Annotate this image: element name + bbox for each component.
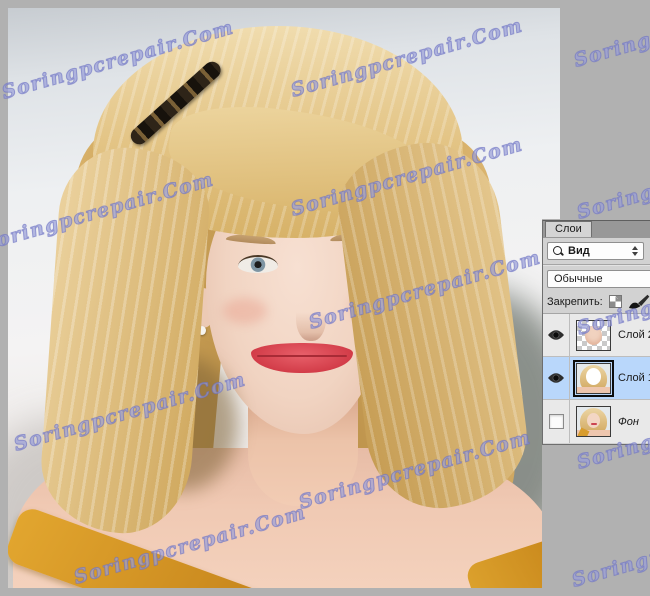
cheek-left: [223, 298, 267, 324]
up-down-arrows-icon[interactable]: [632, 246, 638, 256]
visibility-toggle[interactable]: [543, 314, 570, 356]
panel-tab-bar: Слои: [543, 220, 650, 238]
eye-icon: [548, 373, 564, 383]
layer-filter-dropdown[interactable]: Вид: [547, 242, 644, 260]
layer-thumbnail[interactable]: [576, 406, 611, 437]
hidden-visibility-checkbox: [548, 414, 564, 429]
layer-row-sloy-2[interactable]: Слой 2: [543, 314, 650, 357]
photo-canvas[interactable]: [8, 8, 560, 588]
thumb-face: [587, 413, 600, 428]
layer-name: Слой 1: [618, 372, 650, 384]
thumbnail-face-cutout: [576, 319, 611, 351]
layer-name: Фон: [618, 415, 639, 428]
blend-mode-value: Обычные: [554, 273, 603, 285]
blend-mode-row: Обычные: [543, 266, 650, 292]
thumbnail-face-hole: [573, 359, 614, 397]
tab-layers[interactable]: Слои: [545, 221, 592, 237]
layers-panel: Слои Вид Обычные Закрепить: Слой Слой Фо…: [542, 220, 650, 445]
layer-thumbnail[interactable]: [576, 319, 611, 351]
layer-row-sloy-1[interactable]: Слой 1: [543, 357, 650, 400]
lock-row: Закрепить:: [543, 292, 650, 313]
layer-filter-value: Вид: [568, 245, 590, 257]
visibility-toggle[interactable]: [543, 400, 570, 443]
thumb-white-hole: [586, 367, 601, 385]
layer-list: Слой 2 Слой 1: [543, 313, 650, 443]
watermark-text: Soringpcrepair.Com: [571, 0, 650, 72]
lock-pixels-brush-icon[interactable]: [628, 294, 650, 309]
visibility-toggle[interactable]: [543, 357, 570, 399]
workspace: Слои Вид Обычные Закрепить: Слой Слой Фо…: [0, 0, 650, 596]
layer-filter-row: Вид: [543, 238, 650, 264]
hair-front-left: [36, 143, 214, 538]
eye-icon: [548, 330, 564, 340]
layer-row-background[interactable]: Фон: [543, 400, 650, 443]
thumbnail-full-portrait: [576, 406, 611, 437]
blend-mode-dropdown[interactable]: Обычные: [547, 270, 650, 288]
search-icon: [552, 245, 564, 257]
layer-name: Слой 2: [618, 329, 650, 341]
nose: [296, 293, 326, 341]
thumb-face: [585, 325, 602, 345]
layer-thumbnail[interactable]: [573, 359, 614, 397]
red-lips: [251, 343, 353, 373]
thumb-mouth: [591, 423, 597, 425]
watermark-text: Soringpcrepair.Com: [574, 136, 650, 224]
lock-transparency-icon[interactable]: [608, 295, 622, 308]
eye-left: [238, 255, 278, 273]
thumb-body: [577, 386, 610, 393]
lock-label: Закрепить:: [547, 295, 603, 308]
